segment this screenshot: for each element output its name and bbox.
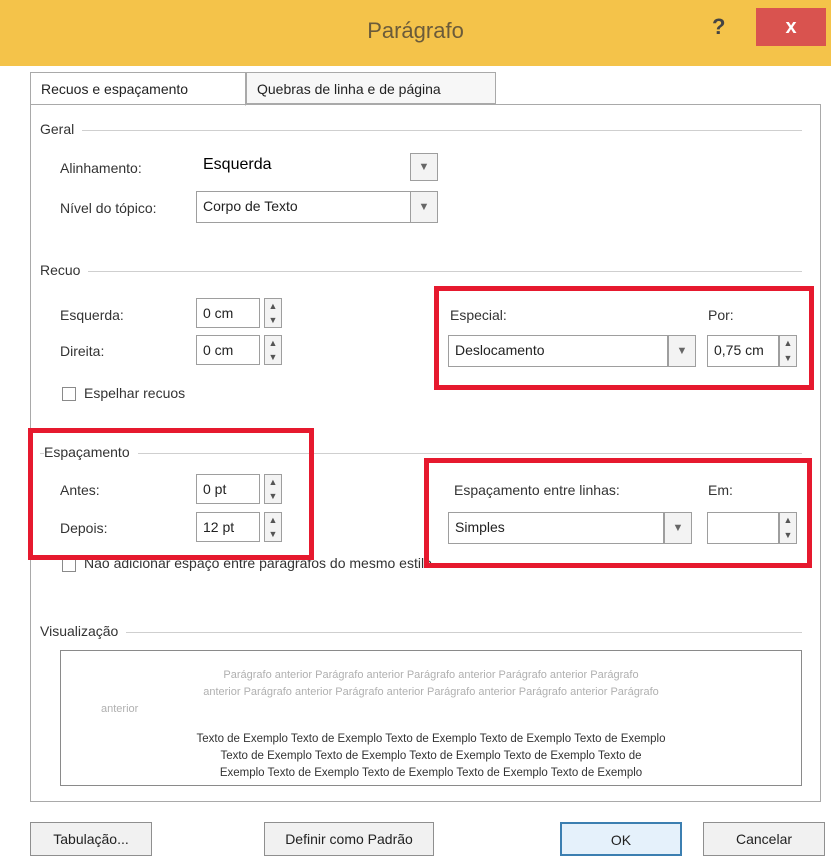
section-recuo: Recuo	[40, 262, 89, 278]
preview-box: Parágrafo anterior Parágrafo anterior Pa…	[60, 650, 802, 786]
nivel-select[interactable]: Corpo de Texto	[196, 191, 412, 223]
preview-sample-line: Exemplo Texto de Exemplo Texto de Exempl…	[219, 767, 643, 779]
recuo-esquerda-input[interactable]: 0 cm	[196, 298, 260, 328]
preview-prev-line: Parágrafo anterior Parágrafo anterior Pa…	[223, 669, 639, 681]
espelhar-label: Espelhar recuos	[84, 385, 186, 401]
recuo-esquerda-label: Esquerda:	[60, 307, 124, 323]
tab-recuos-espacamento[interactable]: Recuos e espaçamento	[30, 72, 246, 106]
recuo-direita-input[interactable]: 0 cm	[196, 335, 260, 365]
chevron-down-icon[interactable]: ▼	[410, 191, 438, 223]
divider	[40, 632, 802, 633]
highlight-espacamento	[28, 428, 314, 560]
close-icon: x	[785, 16, 797, 38]
divider	[40, 130, 802, 131]
tab-label: Recuos e espaçamento	[41, 81, 189, 97]
close-button[interactable]: x	[756, 8, 826, 46]
recuo-direita-label: Direita:	[60, 343, 105, 359]
preview-prev-line: anterior	[101, 703, 139, 715]
tab-label: Quebras de linha e de página	[257, 81, 441, 97]
preview-sample-line: Texto de Exemplo Texto de Exemplo Texto …	[220, 750, 642, 762]
tab-quebras[interactable]: Quebras de linha e de página	[246, 72, 496, 104]
nivel-label: Nível do tópico:	[60, 200, 157, 216]
nao-adicionar-checkbox[interactable]	[62, 558, 76, 572]
espelhar-checkbox[interactable]	[62, 387, 76, 401]
spinner-icon[interactable]: ▲ ▼	[264, 335, 282, 365]
spinner-icon[interactable]: ▲ ▼	[264, 298, 282, 328]
window-title: Parágrafo	[367, 18, 464, 43]
highlight-entre-linhas	[424, 458, 812, 568]
help-button[interactable]: ?	[712, 14, 725, 40]
alinhamento-select[interactable]: Esquerda	[196, 150, 408, 182]
section-visualizacao: Visualização	[40, 623, 127, 639]
alinhamento-label: Alinhamento:	[60, 160, 142, 176]
chevron-down-icon[interactable]: ▼	[410, 153, 438, 181]
section-geral: Geral	[40, 121, 83, 137]
highlight-especial	[434, 286, 814, 390]
preview-prev-line: anterior Parágrafo anterior Parágrafo an…	[203, 686, 659, 698]
preview-sample-line: Texto de Exemplo Texto de Exemplo Texto …	[196, 733, 666, 745]
divider	[40, 271, 802, 272]
